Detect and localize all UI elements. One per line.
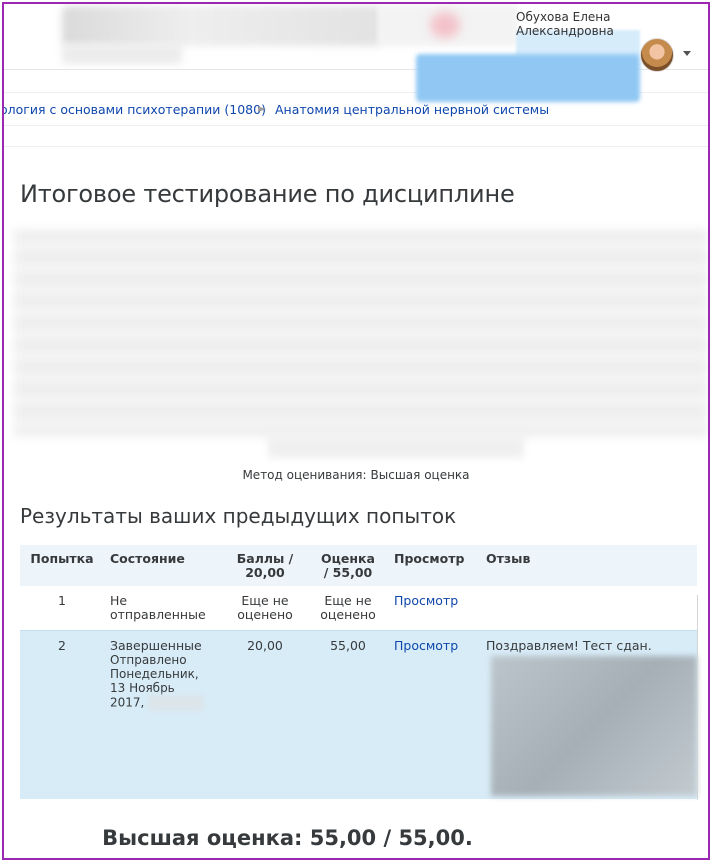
best-grade: Высшая оценка: 55,00 / 55,00. [102,826,473,850]
state-line1: Не [110,593,128,608]
user-name[interactable]: Обухова Елена Александровна [516,10,712,38]
grade-line2: оценено [320,607,376,622]
breadcrumb-separator-icon: ► [258,102,267,115]
column-header-grade: Оценка / 55,00 [308,545,388,586]
review-link[interactable]: Просмотр [394,638,458,653]
table-row: 1 Не отправленные Еще не оценено Еще не … [20,586,697,631]
blurred-submitted-time [148,695,205,711]
state-label: Завершенные [110,638,202,653]
attempt-grade: Еще не оценено [308,586,388,631]
grade-line1: Еще не [324,593,372,608]
submitted-year: 2017, [110,695,145,710]
blurred-quiz-info [268,436,524,458]
column-header-marks: Баллы / 20,00 [222,545,308,586]
marks-line2: оценено [237,607,293,622]
attempt-marks: Еще не оценено [222,586,308,631]
user-avatar-icon[interactable] [640,38,674,72]
chevron-down-icon[interactable] [683,51,691,56]
grade-header-line1: Оценка [321,551,375,566]
submitted-line1: Отправлено [110,653,187,667]
marks-line1: Еще не [241,593,289,608]
blurred-quiz-intro [14,230,708,436]
column-header-attempt: Попытка [30,551,94,566]
submitted-line2: Понедельник, [110,667,199,681]
attempt-number: 1 [58,593,66,608]
results-heading: Результаты ваших предыдущих попыток [20,504,457,528]
table-header-row: Попытка Состояние Баллы / 20,00 Оценка /… [20,545,697,586]
blurred-header-region [62,44,182,64]
grade-header-line2: / 55,00 [323,565,373,580]
grading-method: Метод оценивания: Высшая оценка [0,468,712,482]
attempt-state: Завершенные Отправлено Понедельник, 13 Н… [104,631,222,799]
breadcrumb-item-section[interactable]: Анатомия центральной нервной системы [275,102,549,117]
attempt-number: 2 [58,638,66,653]
blurred-site-logo [62,6,382,46]
content-divider [4,146,708,147]
attempt-marks: 20,00 [247,638,283,653]
page-title: Итоговое тестирование по дисциплине [20,180,515,208]
feedback-cell [480,586,697,631]
submitted-line4: 2017, [110,695,216,711]
marks-header-line2: 20,00 [245,565,285,580]
grading-method-value: Высшая оценка [370,468,470,482]
review-link[interactable]: Просмотр [394,593,458,608]
blurred-header-region [430,12,460,38]
submitted-line3: 13 Ноябрь [110,681,175,695]
table-scroll-edge [697,595,698,800]
blurred-header-region [416,54,640,102]
blurred-feedback-text [491,656,697,796]
attempt-state: Не отправленные [104,586,222,631]
review-cell: Просмотр [388,631,480,799]
breadcrumb-item-course[interactable]: ология с основами психотерапии (1080) [4,102,266,117]
grading-method-label: Метод оценивания: [242,468,367,482]
attempt-grade: 55,00 [330,638,366,653]
state-line2: отправленные [110,607,206,622]
marks-header-line1: Баллы / [236,551,294,566]
column-header-feedback: Отзыв [486,551,531,566]
review-cell: Просмотр [388,586,480,631]
column-header-review: Просмотр [394,551,465,566]
column-header-state: Состояние [110,551,185,566]
